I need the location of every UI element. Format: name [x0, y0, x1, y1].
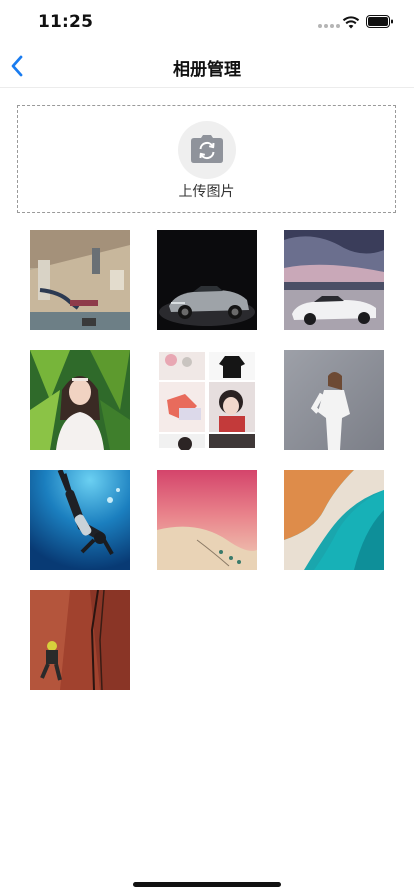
status-time: 11:25 — [38, 12, 94, 32]
battery-icon — [366, 15, 393, 28]
page-title: 相册管理 — [173, 60, 241, 80]
navigation-bar: 相册管理 — [0, 44, 414, 88]
cellular-signal-icon — [318, 24, 340, 28]
wifi-icon — [342, 16, 360, 29]
photo-woman-white-outfit[interactable] — [284, 350, 384, 450]
photo-sports-car-dark[interactable] — [157, 230, 257, 330]
camera-switch-icon — [191, 135, 223, 163]
photo-aerial-turquoise-sea[interactable] — [284, 470, 384, 570]
photo-room[interactable] — [30, 230, 130, 330]
camera-icon-container — [178, 121, 236, 179]
photo-rock-climber[interactable] — [30, 590, 130, 690]
photo-girl-in-garden[interactable] — [30, 350, 130, 450]
upload-label: 上传图片 — [178, 184, 235, 200]
status-bar: 11:25 — [0, 0, 414, 44]
photo-aerial-pink-beach[interactable] — [157, 470, 257, 570]
photo-fashion-collage[interactable] — [157, 350, 257, 450]
photo-scuba-diver[interactable] — [30, 470, 130, 570]
upload-image-button[interactable]: 上传图片 — [17, 105, 396, 213]
home-indicator — [133, 882, 281, 887]
photo-sports-car-sunset[interactable] — [284, 230, 384, 330]
